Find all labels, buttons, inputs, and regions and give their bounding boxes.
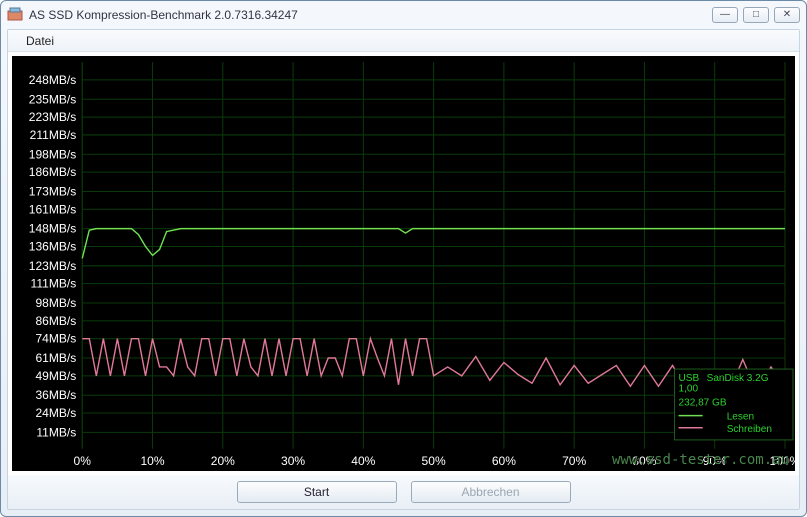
svg-text:248MB/s: 248MB/s [29, 73, 76, 87]
window-title: AS SSD Kompression-Benchmark 2.0.7316.34… [29, 8, 712, 22]
svg-text:30%: 30% [281, 454, 305, 468]
maximize-button[interactable]: □ [743, 7, 769, 23]
svg-text:211MB/s: 211MB/s [30, 128, 77, 142]
app-window: AS SSD Kompression-Benchmark 2.0.7316.34… [0, 0, 807, 517]
svg-text:50%: 50% [422, 454, 446, 468]
svg-text:98MB/s: 98MB/s [35, 296, 76, 310]
button-row: Start Abbrechen [8, 475, 799, 509]
svg-text:235MB/s: 235MB/s [29, 92, 76, 106]
svg-text:161MB/s: 161MB/s [29, 202, 76, 216]
svg-text:232,87 GB: 232,87 GB [679, 397, 727, 408]
svg-text:123MB/s: 123MB/s [29, 259, 76, 273]
app-icon [7, 7, 23, 23]
svg-text:136MB/s: 136MB/s [29, 239, 76, 253]
svg-text:0%: 0% [74, 454, 92, 468]
svg-text:Schreiben: Schreiben [727, 424, 772, 435]
svg-text:148MB/s: 148MB/s [29, 222, 76, 236]
svg-text:24MB/s: 24MB/s [35, 406, 76, 420]
svg-text:40%: 40% [351, 454, 375, 468]
svg-text:10%: 10% [140, 454, 164, 468]
titlebar[interactable]: AS SSD Kompression-Benchmark 2.0.7316.34… [1, 1, 806, 29]
svg-text:49MB/s: 49MB/s [35, 369, 76, 383]
svg-text:61MB/s: 61MB/s [35, 351, 76, 365]
start-button[interactable]: Start [237, 481, 397, 503]
menu-file[interactable]: Datei [18, 32, 62, 50]
close-button[interactable]: ✕ [774, 7, 800, 23]
svg-text:74MB/s: 74MB/s [35, 332, 76, 346]
svg-text:86MB/s: 86MB/s [35, 314, 76, 328]
chart-svg: 11MB/s 24MB/s 36MB/s 49MB/s 61MB/s 74MB/s 86MB… [12, 56, 795, 471]
svg-text:60%: 60% [492, 454, 516, 468]
svg-text:111MB/s: 111MB/s [31, 277, 77, 291]
svg-text:198MB/s: 198MB/s [29, 147, 76, 161]
svg-text:11MB/s: 11MB/s [36, 425, 76, 439]
svg-text:SanDisk 3.2G: SanDisk 3.2G [707, 373, 769, 384]
window-buttons: — □ ✕ [712, 7, 800, 23]
svg-text:1,00: 1,00 [679, 383, 699, 394]
watermark: www.ssd-tester.com.au [612, 452, 789, 468]
chart-area: 11MB/s 24MB/s 36MB/s 49MB/s 61MB/s 74MB/s 86MB… [12, 56, 795, 471]
menubar: Datei [8, 30, 799, 52]
svg-text:186MB/s: 186MB/s [29, 165, 76, 179]
svg-text:173MB/s: 173MB/s [29, 184, 76, 198]
cancel-button: Abbrechen [411, 481, 571, 503]
svg-text:20%: 20% [211, 454, 235, 468]
svg-text:Lesen: Lesen [727, 412, 754, 423]
minimize-button[interactable]: — [712, 7, 738, 23]
content-panel: Datei 11MB/s 24MB/s 36MB/s 49MB/s 61MB/s 74MB… [7, 29, 800, 510]
svg-text:223MB/s: 223MB/s [29, 110, 76, 124]
svg-text:36MB/s: 36MB/s [35, 388, 76, 402]
svg-text:70%: 70% [562, 454, 586, 468]
